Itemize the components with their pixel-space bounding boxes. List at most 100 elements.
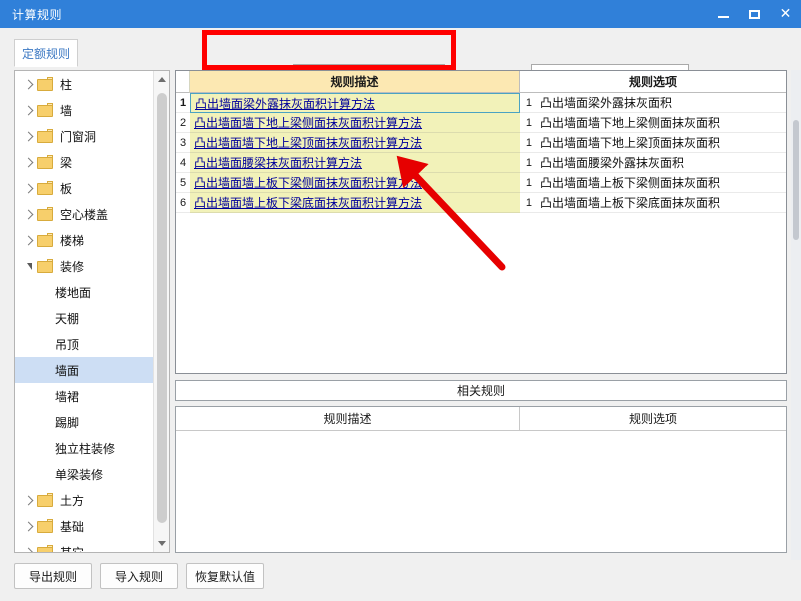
table-row[interactable]: 2 凸出墙面墙下地上梁侧面抹灰面积计算方法 1 凸出墙面墙下地上梁侧面抹灰面积 [176,113,786,133]
folder-icon [37,493,54,507]
category-tree[interactable]: 柱墙门窗洞梁板空心楼盖楼梯装修楼地面天棚吊顶墙面 墙裙踢脚独立柱装修 单梁装修 土方基… [15,71,154,552]
cell-option-index: 1 [520,193,536,213]
export-rules-button[interactable]: 导出规则 [14,563,92,589]
expand-toggle[interactable] [21,123,37,149]
tree-item-15[interactable]: 单梁装修 [15,461,154,487]
tree-item-8[interactable]: 楼地面 [15,279,154,305]
restore-defaults-button[interactable]: 恢复默认值 [186,563,264,589]
triangle-right-icon [23,79,33,89]
window-scrollbar[interactable] [791,70,801,560]
tree-item-label: 基础 [60,519,85,534]
expand-toggle[interactable] [21,513,37,539]
triangle-right-icon [23,105,33,115]
expand-toggle[interactable] [21,175,37,201]
folder-icon [37,233,54,247]
tree-item-label: 装修 [60,259,85,274]
tree-item-18[interactable]: 其它 [15,539,154,552]
restore-defaults-label: 恢复默认值 [194,569,255,584]
rules-grid-panel: 规则描述 规则选项 1 凸出墙面梁外露抹灰面积计算方法 1 凸出墙面梁外露抹灰面积 2 凸… [175,70,787,374]
table-row[interactable]: 4 凸出墙面腰梁抹灰面积计算方法 1 凸出墙面腰梁外露抹灰面积 [176,153,786,173]
collapse-toggle[interactable] [21,253,37,279]
tree-item-0[interactable]: 柱 [15,71,154,97]
tree-item-label: 天棚 [55,311,80,326]
row-number-header [176,71,190,93]
expand-toggle[interactable] [21,487,37,513]
minimize-icon [718,16,729,18]
tree-item-10[interactable]: 吊顶 [15,331,154,357]
tree-item-label: 踢脚 [55,415,80,430]
tree-scrollbar[interactable] [153,71,169,552]
export-rules-label: 导出规则 [28,569,77,584]
cell-rule-description[interactable]: 凸出墙面腰梁抹灰面积计算方法 [190,153,520,173]
expand-toggle[interactable] [21,71,37,97]
close-button[interactable]: ✕ [770,0,801,28]
related-column-header-description[interactable]: 规则描述 [176,407,520,430]
cell-rule-option[interactable]: 凸出墙面腰梁外露抹灰面积 [536,153,786,173]
tree-item-label: 空心楼盖 [60,207,109,222]
title-bar: 计算规则 ✕ [0,0,801,28]
expand-toggle[interactable] [21,539,37,552]
related-rules-panel: 规则描述 规则选项 [175,406,787,553]
cell-rule-description[interactable]: 凸出墙面墙上板下梁侧面抹灰面积计算方法 [190,173,520,193]
row-number: 6 [176,193,190,213]
tree-item-label: 墙 [60,103,73,118]
table-row[interactable]: 5 凸出墙面墙上板下梁侧面抹灰面积计算方法 1 凸出墙面墙上板下梁侧面抹灰面积 [176,173,786,193]
cell-rule-description[interactable]: 凸出墙面墙下地上梁顶面抹灰面积计算方法 [190,133,520,153]
expand-toggle[interactable] [21,227,37,253]
maximize-button[interactable] [739,0,770,28]
expand-toggle[interactable] [21,97,37,123]
tree-item-1[interactable]: 墙 [15,97,154,123]
folder-icon [37,207,54,221]
scroll-down-button[interactable] [154,535,169,552]
folder-icon [37,181,54,195]
tree-item-12[interactable]: 墙裙 [15,383,154,409]
tab-quota-rules[interactable]: 定额规则 [14,39,78,67]
tree-item-17[interactable]: 基础 [15,513,154,539]
category-tree-panel: 柱墙门窗洞梁板空心楼盖楼梯装修楼地面天棚吊顶墙面 墙裙踢脚独立柱装修 单梁装修 土方基… [14,70,170,553]
cell-rule-option[interactable]: 凸出墙面梁外露抹灰面积 [536,93,786,113]
tree-item-2[interactable]: 门窗洞 [15,123,154,149]
tree-item-16[interactable]: 土方 [15,487,154,513]
tree-scrollbar-thumb[interactable] [157,93,167,523]
tree-item-9[interactable]: 天棚 [15,305,154,331]
window-scrollbar-thumb[interactable] [793,120,799,240]
scroll-up-button[interactable] [154,71,169,88]
cell-rule-option[interactable]: 凸出墙面墙下地上梁侧面抹灰面积 [536,113,786,133]
import-rules-label: 导入规则 [114,569,163,584]
cell-option-index: 1 [520,173,536,193]
tree-item-11[interactable]: 墙面 [15,357,154,383]
table-row[interactable]: 1 凸出墙面梁外露抹灰面积计算方法 1 凸出墙面梁外露抹灰面积 [176,93,786,113]
minimize-button[interactable] [708,0,739,28]
triangle-right-icon [23,183,33,193]
toolbar-strip: 定额规则 过滤工程量: 凸出墙面梁抹灰面积 过滤扣减构件: 全部 [0,28,801,89]
cell-rule-option[interactable]: 凸出墙面墙下地上梁顶面抹灰面积 [536,133,786,153]
related-column-header-option[interactable]: 规则选项 [520,407,786,430]
tree-item-14[interactable]: 独立柱装修 [15,435,154,461]
tree-item-4[interactable]: 板 [15,175,154,201]
cell-rule-description[interactable]: 凸出墙面梁外露抹灰面积计算方法 [190,93,520,113]
tree-item-3[interactable]: 梁 [15,149,154,175]
chevron-down-icon [158,541,166,546]
tree-item-5[interactable]: 空心楼盖 [15,201,154,227]
tree-item-label: 门窗洞 [60,129,97,144]
calculation-rules-window: 计算规则 ✕ 定额规则 过滤工程量: 凸出墙面梁抹灰面积 过滤扣减构件: 全部 [0,0,801,601]
table-row[interactable]: 6 凸出墙面墙上板下梁底面抹灰面积计算方法 1 凸出墙面墙上板下梁底面抹灰面积 [176,193,786,213]
triangle-right-icon [23,131,33,141]
cell-rule-option[interactable]: 凸出墙面墙上板下梁侧面抹灰面积 [536,173,786,193]
column-header-rule-option[interactable]: 规则选项 [520,71,786,93]
tree-item-13[interactable]: 踢脚 [15,409,154,435]
cell-rule-option[interactable]: 凸出墙面墙上板下梁底面抹灰面积 [536,193,786,213]
cell-rule-description[interactable]: 凸出墙面墙上板下梁底面抹灰面积计算方法 [190,193,520,213]
cell-rule-description[interactable]: 凸出墙面墙下地上梁侧面抹灰面积计算方法 [190,113,520,133]
expand-toggle[interactable] [21,201,37,227]
triangle-right-icon [23,495,33,505]
triangle-down-icon [26,262,32,270]
table-row[interactable]: 3 凸出墙面墙下地上梁顶面抹灰面积计算方法 1 凸出墙面墙下地上梁顶面抹灰面积 [176,133,786,153]
import-rules-button[interactable]: 导入规则 [100,563,178,589]
tree-item-6[interactable]: 楼梯 [15,227,154,253]
column-header-rule-description[interactable]: 规则描述 [190,71,520,93]
folder-icon [37,519,54,533]
expand-toggle[interactable] [21,149,37,175]
tree-item-7[interactable]: 装修 [15,253,154,279]
tree-item-label: 吊顶 [55,337,80,352]
